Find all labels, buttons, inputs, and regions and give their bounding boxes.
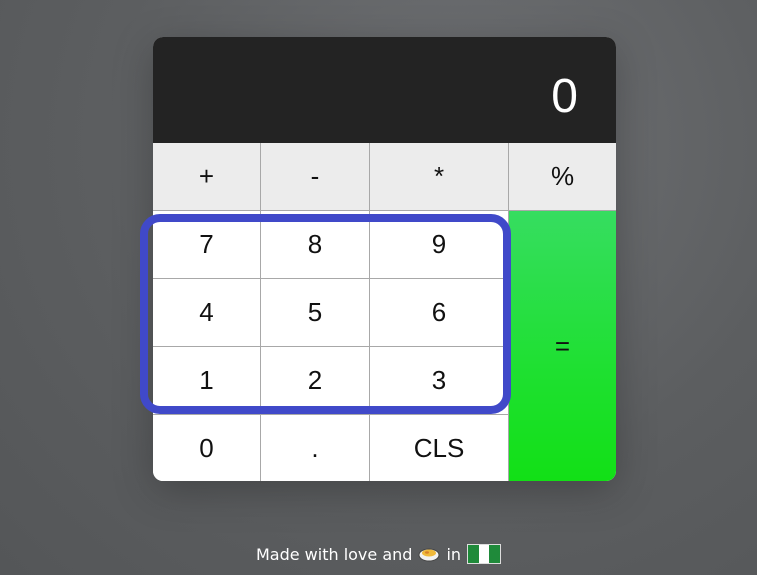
digit-9-button[interactable]: 9 xyxy=(370,211,509,279)
percent-button[interactable]: % xyxy=(509,143,616,211)
equals-button[interactable]: = xyxy=(509,211,616,481)
digit-3-button[interactable]: 3 xyxy=(370,347,509,415)
digit-7-button[interactable]: 7 xyxy=(153,211,261,279)
digit-0-button[interactable]: 0 xyxy=(153,415,261,481)
plus-button[interactable]: + xyxy=(153,143,261,211)
multiply-button[interactable]: * xyxy=(370,143,509,211)
calculator: 0 + - * % 7 8 9 4 5 6 1 2 3 0 . CLS = xyxy=(153,37,616,481)
decimal-button[interactable]: . xyxy=(261,415,370,481)
digit-2-button[interactable]: 2 xyxy=(261,347,370,415)
footer-text: Made with love and xyxy=(255,544,413,564)
digit-8-button[interactable]: 8 xyxy=(261,211,370,279)
digit-1-button[interactable]: 1 xyxy=(153,347,261,415)
digit-6-button[interactable]: 6 xyxy=(370,279,509,347)
display: 0 xyxy=(153,37,616,143)
clear-button[interactable]: CLS xyxy=(370,415,509,481)
food-bowl-icon xyxy=(418,546,440,562)
minus-button[interactable]: - xyxy=(261,143,370,211)
digit-4-button[interactable]: 4 xyxy=(153,279,261,347)
footer-in-text: in xyxy=(446,544,462,564)
nigeria-flag-icon xyxy=(467,544,502,564)
footer: Made with love and in xyxy=(0,544,757,564)
digit-5-button[interactable]: 5 xyxy=(261,279,370,347)
